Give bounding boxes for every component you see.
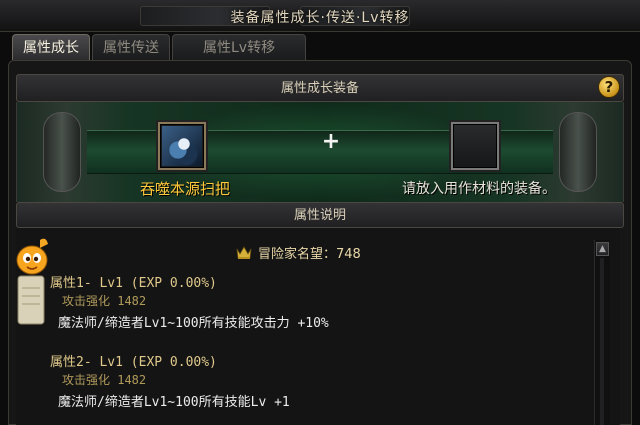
tab-attribute-growth[interactable]: 属性成长 (12, 34, 90, 60)
question-icon[interactable]: ? (598, 76, 620, 98)
scroll-track[interactable] (600, 258, 604, 425)
growth-section-header: 属性成长装备 (16, 74, 624, 102)
adventurer-fame: 冒险家名望：748 (236, 243, 361, 262)
attribute-1-effect: 魔法师/缔造者Lv1~100所有技能攻击力 +10% (58, 316, 329, 331)
tab-attribute-lv-transfer[interactable]: 属性Lv转移 (172, 34, 307, 60)
fame-label: 冒险家名望：748 (258, 247, 361, 262)
mascot-icon (10, 236, 54, 326)
tab-bar: 属性成长 属性传送 属性Lv转移 (12, 34, 307, 60)
attribute-section-header: 属性说明 (16, 202, 624, 228)
crown-icon (236, 245, 252, 260)
attribute-2-title: 属性2- Lv1 (EXP 0.00%) (50, 355, 217, 370)
equipment-name: 吞噬本源扫把 (139, 180, 230, 198)
scroll-up-arrow[interactable]: ▲ (596, 242, 609, 256)
pipe-left (43, 112, 81, 192)
attribute-2-effect: 魔法师/缔造者Lv1~100所有技能Lv +1 (58, 395, 290, 410)
plus-icon: + (321, 129, 341, 154)
attribute-1-title: 属性1- Lv1 (EXP 0.00%) (50, 276, 217, 291)
material-equipment-slot[interactable] (451, 122, 499, 170)
tab-attribute-transfer[interactable]: 属性传送 (92, 34, 170, 60)
attribute-1-stat: 攻击强化 1482 (62, 294, 147, 308)
attribute-2-stat: 攻击强化 1482 (62, 373, 147, 387)
broom-item-icon (162, 126, 202, 166)
material-slot-hint: 请放入用作材料的装备。 (402, 181, 556, 197)
window-titlebar: 装备属性成长·传送·Lv转移 (0, 0, 640, 32)
window-title: 装备属性成长·传送·Lv转移 (230, 10, 410, 26)
target-equipment-slot[interactable] (158, 122, 206, 170)
